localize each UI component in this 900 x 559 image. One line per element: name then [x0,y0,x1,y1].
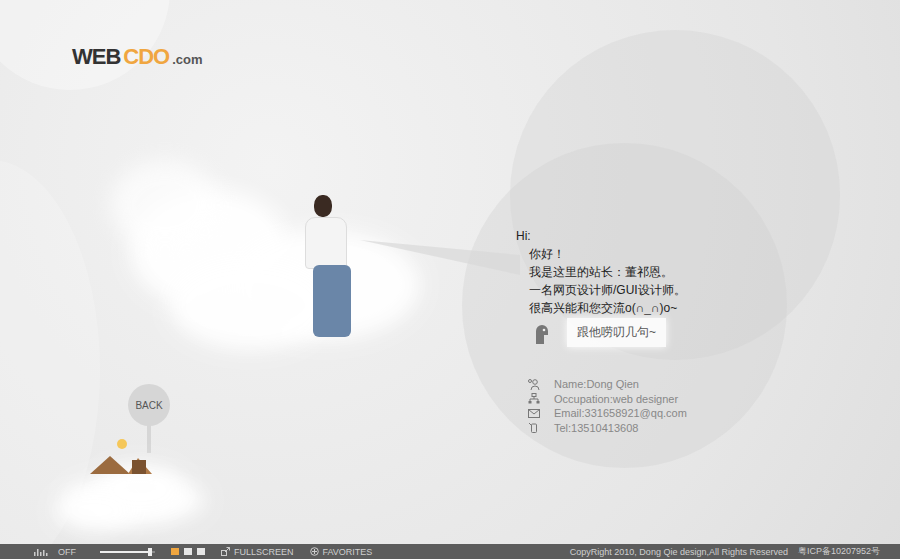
occupation-icon [528,393,540,404]
profile-row: Email:331658921@qq.com [528,406,687,421]
page: WEB CDO .com Hi:你好！我是这里的站长：董祁恩。一名网页设计师/G… [0,0,900,559]
copyright: CopyRight 2010, Dong Qie design,All Righ… [570,547,788,557]
chat-group: 跟他唠叨几句~ [533,318,666,347]
greeting-line: 我是这里的站长：董祁恩。 [516,263,686,281]
greeting-line: 你好！ [516,245,686,263]
cloud [110,160,430,360]
icp-number[interactable]: 粤ICP备10207952号 [798,545,880,558]
chat-button[interactable]: 跟他唠叨几句~ [567,318,666,347]
sound-toggle[interactable]: OFF [58,547,76,557]
favorites-icon [310,547,319,556]
greeting-line: 一名网页设计师/GUI设计师。 [516,281,686,299]
tel-icon [528,422,540,433]
fullscreen-icon [221,547,230,556]
view-mode-button[interactable] [197,548,205,555]
logo[interactable]: WEB CDO .com [72,44,203,70]
favorites-link[interactable]: FAVORITES [310,547,373,557]
profile-row: Occupation:web designer [528,392,687,407]
back-pointer [147,425,151,453]
stage: WEB CDO .com Hi:你好！我是这里的站长：董祁恩。一名网页设计师/G… [0,0,900,544]
house-icon [80,438,160,478]
email-icon [528,408,540,419]
view-mode-button[interactable] [171,548,179,555]
profile-row: Tel:13510413608 [528,421,687,436]
speech-tail [360,235,520,295]
view-mode-button[interactable] [184,548,192,555]
avatar-icon [533,322,551,344]
greeting: Hi:你好！我是这里的站长：董祁恩。一名网页设计师/GUI设计师。很高兴能和您交… [516,227,686,317]
profile: Name:Dong Qien Occupation:web designer E… [528,377,687,435]
name-icon [528,379,540,390]
profile-row: Name:Dong Qien [528,377,687,392]
back-button[interactable]: BACK [128,384,170,426]
volume-slider[interactable] [100,551,155,553]
fullscreen-link[interactable]: FULLSCREEN [221,547,294,557]
footer-bar: OFF FULLSCREEN FAVORITES CopyRight 2010,… [0,544,900,559]
person-photo [303,195,363,345]
greeting-line: 很高兴能和您交流o(∩_∩)o~ [516,299,686,317]
greeting-line: Hi: [516,227,686,245]
sound-bars-icon [34,548,48,556]
